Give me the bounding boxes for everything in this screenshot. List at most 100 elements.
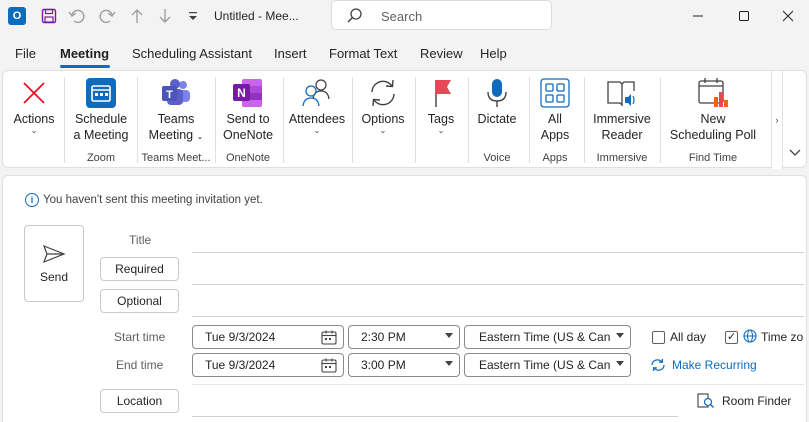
group-findtime-label: Find Time (688, 152, 738, 164)
required-input[interactable] (192, 284, 804, 285)
ribbon-separator (64, 77, 65, 163)
title-input[interactable] (192, 252, 804, 253)
tab-meeting[interactable]: Meeting (60, 46, 109, 61)
attendees-label: Attendees (288, 112, 346, 126)
ribbon-separator (137, 77, 138, 163)
info-bar: i You haven't sent this meeting invitati… (25, 193, 263, 207)
ribbon-collapse-button[interactable] (787, 145, 803, 161)
end-time-label: End time (116, 358, 164, 372)
group-zoom-label: Zoom (86, 152, 116, 164)
options-sync-icon (367, 75, 399, 111)
attendees-button[interactable]: Attendees ⌄ (287, 71, 347, 153)
info-icon: i (25, 193, 39, 207)
all-day-checkbox[interactable] (652, 331, 665, 344)
immersive-reader-button[interactable]: Immersive Reader (589, 71, 655, 153)
optional-input[interactable] (192, 316, 804, 317)
tab-scheduling-assistant[interactable]: Scheduling Assistant (132, 46, 252, 61)
ribbon-scroll-right-button[interactable]: › (771, 71, 783, 169)
chevron-right-icon: › (775, 115, 779, 125)
send-label: Send (39, 269, 69, 284)
ribbon-tabs: File Meeting Scheduling Assistant Insert… (0, 40, 809, 68)
window-title: Untitled - Mee... (214, 9, 299, 23)
chevron-down-icon (445, 333, 453, 338)
calendar-icon[interactable] (321, 358, 337, 376)
poll-label-2: Scheduling Poll (669, 128, 757, 142)
optional-attendees-button[interactable]: Optional (100, 289, 179, 313)
room-finder-button[interactable]: Room Finder (697, 393, 791, 409)
tab-help[interactable]: Help (480, 46, 507, 61)
search-box[interactable]: Search (331, 0, 552, 30)
undo-icon[interactable] (66, 0, 88, 32)
redo-icon[interactable] (96, 0, 118, 32)
tab-format-text[interactable]: Format Text (329, 46, 397, 61)
dictate-button[interactable]: Dictate (471, 71, 523, 153)
actions-button[interactable]: Actions ⌄ (9, 71, 59, 153)
ribbon-separator (468, 77, 469, 163)
make-recurring-label: Make Recurring (672, 358, 757, 372)
end-date-value: Tue 9/3/2024 (205, 358, 276, 372)
start-timezone-select[interactable]: Eastern Time (US & Cana (464, 325, 631, 349)
options-button[interactable]: Options ⌄ (355, 71, 411, 153)
calendar-icon[interactable] (321, 330, 337, 348)
group-immersive-label: Immersive (596, 152, 648, 164)
end-time-picker[interactable]: 3:00 PM (348, 353, 460, 377)
start-date-value: Tue 9/3/2024 (205, 330, 276, 344)
schedule-meeting-button[interactable]: Schedule a Meeting (69, 71, 133, 153)
save-icon[interactable] (38, 0, 60, 32)
all-apps-button[interactable]: All Apps (533, 71, 577, 153)
previous-item-icon[interactable] (126, 0, 148, 32)
make-recurring-link[interactable]: Make Recurring (650, 358, 757, 372)
apps-label-1: All (548, 112, 562, 126)
info-message: You haven't sent this meeting invitation… (43, 194, 263, 206)
onenote-label-1: Send to (226, 112, 270, 126)
active-tab-indicator (60, 65, 110, 68)
ribbon-separator (660, 77, 661, 163)
tab-insert[interactable]: Insert (274, 46, 307, 61)
room-finder-icon (697, 393, 714, 408)
microphone-icon (485, 75, 509, 111)
location-button[interactable]: Location (100, 389, 179, 413)
chevron-down-icon: ⌄ (30, 126, 38, 135)
calendar-icon (85, 75, 117, 111)
customize-toolbar-icon[interactable] (184, 0, 202, 32)
close-icon (782, 10, 794, 22)
start-date-picker[interactable]: Tue 9/3/2024 (192, 325, 344, 349)
divider (192, 384, 804, 385)
new-scheduling-poll-button[interactable]: New Scheduling Poll (665, 71, 761, 153)
tags-button[interactable]: Tags ⌄ (419, 71, 463, 153)
end-timezone-select[interactable]: Eastern Time (US & Cana (464, 353, 631, 377)
chevron-down-icon (616, 361, 624, 366)
chevron-down-icon: ⌄ (437, 126, 445, 135)
start-timezone-value: Eastern Time (US & Cana (479, 330, 611, 344)
search-icon (346, 7, 364, 28)
search-placeholder: Search (381, 9, 423, 24)
schedule-label-2: a Meeting (73, 128, 129, 142)
send-button[interactable]: Send (24, 225, 84, 302)
all-day-label: All day (670, 330, 707, 344)
apps-label-2: Apps (540, 128, 570, 142)
meeting-form: i You haven't sent this meeting invitati… (2, 175, 807, 422)
send-to-onenote-button[interactable]: N Send to OneNote (219, 71, 277, 153)
ribbon: Actions ⌄ Schedule a Meeting Zoom T Team… (2, 70, 807, 169)
close-button[interactable] (765, 0, 809, 32)
teams-label-1: Teams (157, 112, 195, 126)
next-item-icon[interactable] (154, 0, 176, 32)
tab-review[interactable]: Review (420, 46, 463, 61)
teams-meeting-button[interactable]: T Teams Meeting ⌄ (141, 71, 211, 153)
minimize-button[interactable] (675, 0, 721, 32)
minimize-icon (693, 15, 703, 17)
end-date-picker[interactable]: Tue 9/3/2024 (192, 353, 344, 377)
chevron-down-icon: ⌄ (313, 126, 321, 135)
maximize-button[interactable] (721, 0, 767, 32)
time-zones-checkbox[interactable] (725, 330, 738, 344)
outlook-logo-icon: O (6, 0, 28, 32)
svg-text:T: T (166, 89, 173, 101)
ribbon-separator (283, 77, 284, 163)
location-input[interactable] (192, 416, 678, 417)
tab-file[interactable]: File (15, 46, 36, 61)
chevron-down-icon (445, 361, 453, 366)
required-attendees-button[interactable]: Required (100, 257, 179, 281)
start-time-picker[interactable]: 2:30 PM (348, 325, 460, 349)
group-teams-label: Teams Meet... (141, 152, 211, 164)
immersive-label-2: Reader (601, 128, 643, 142)
